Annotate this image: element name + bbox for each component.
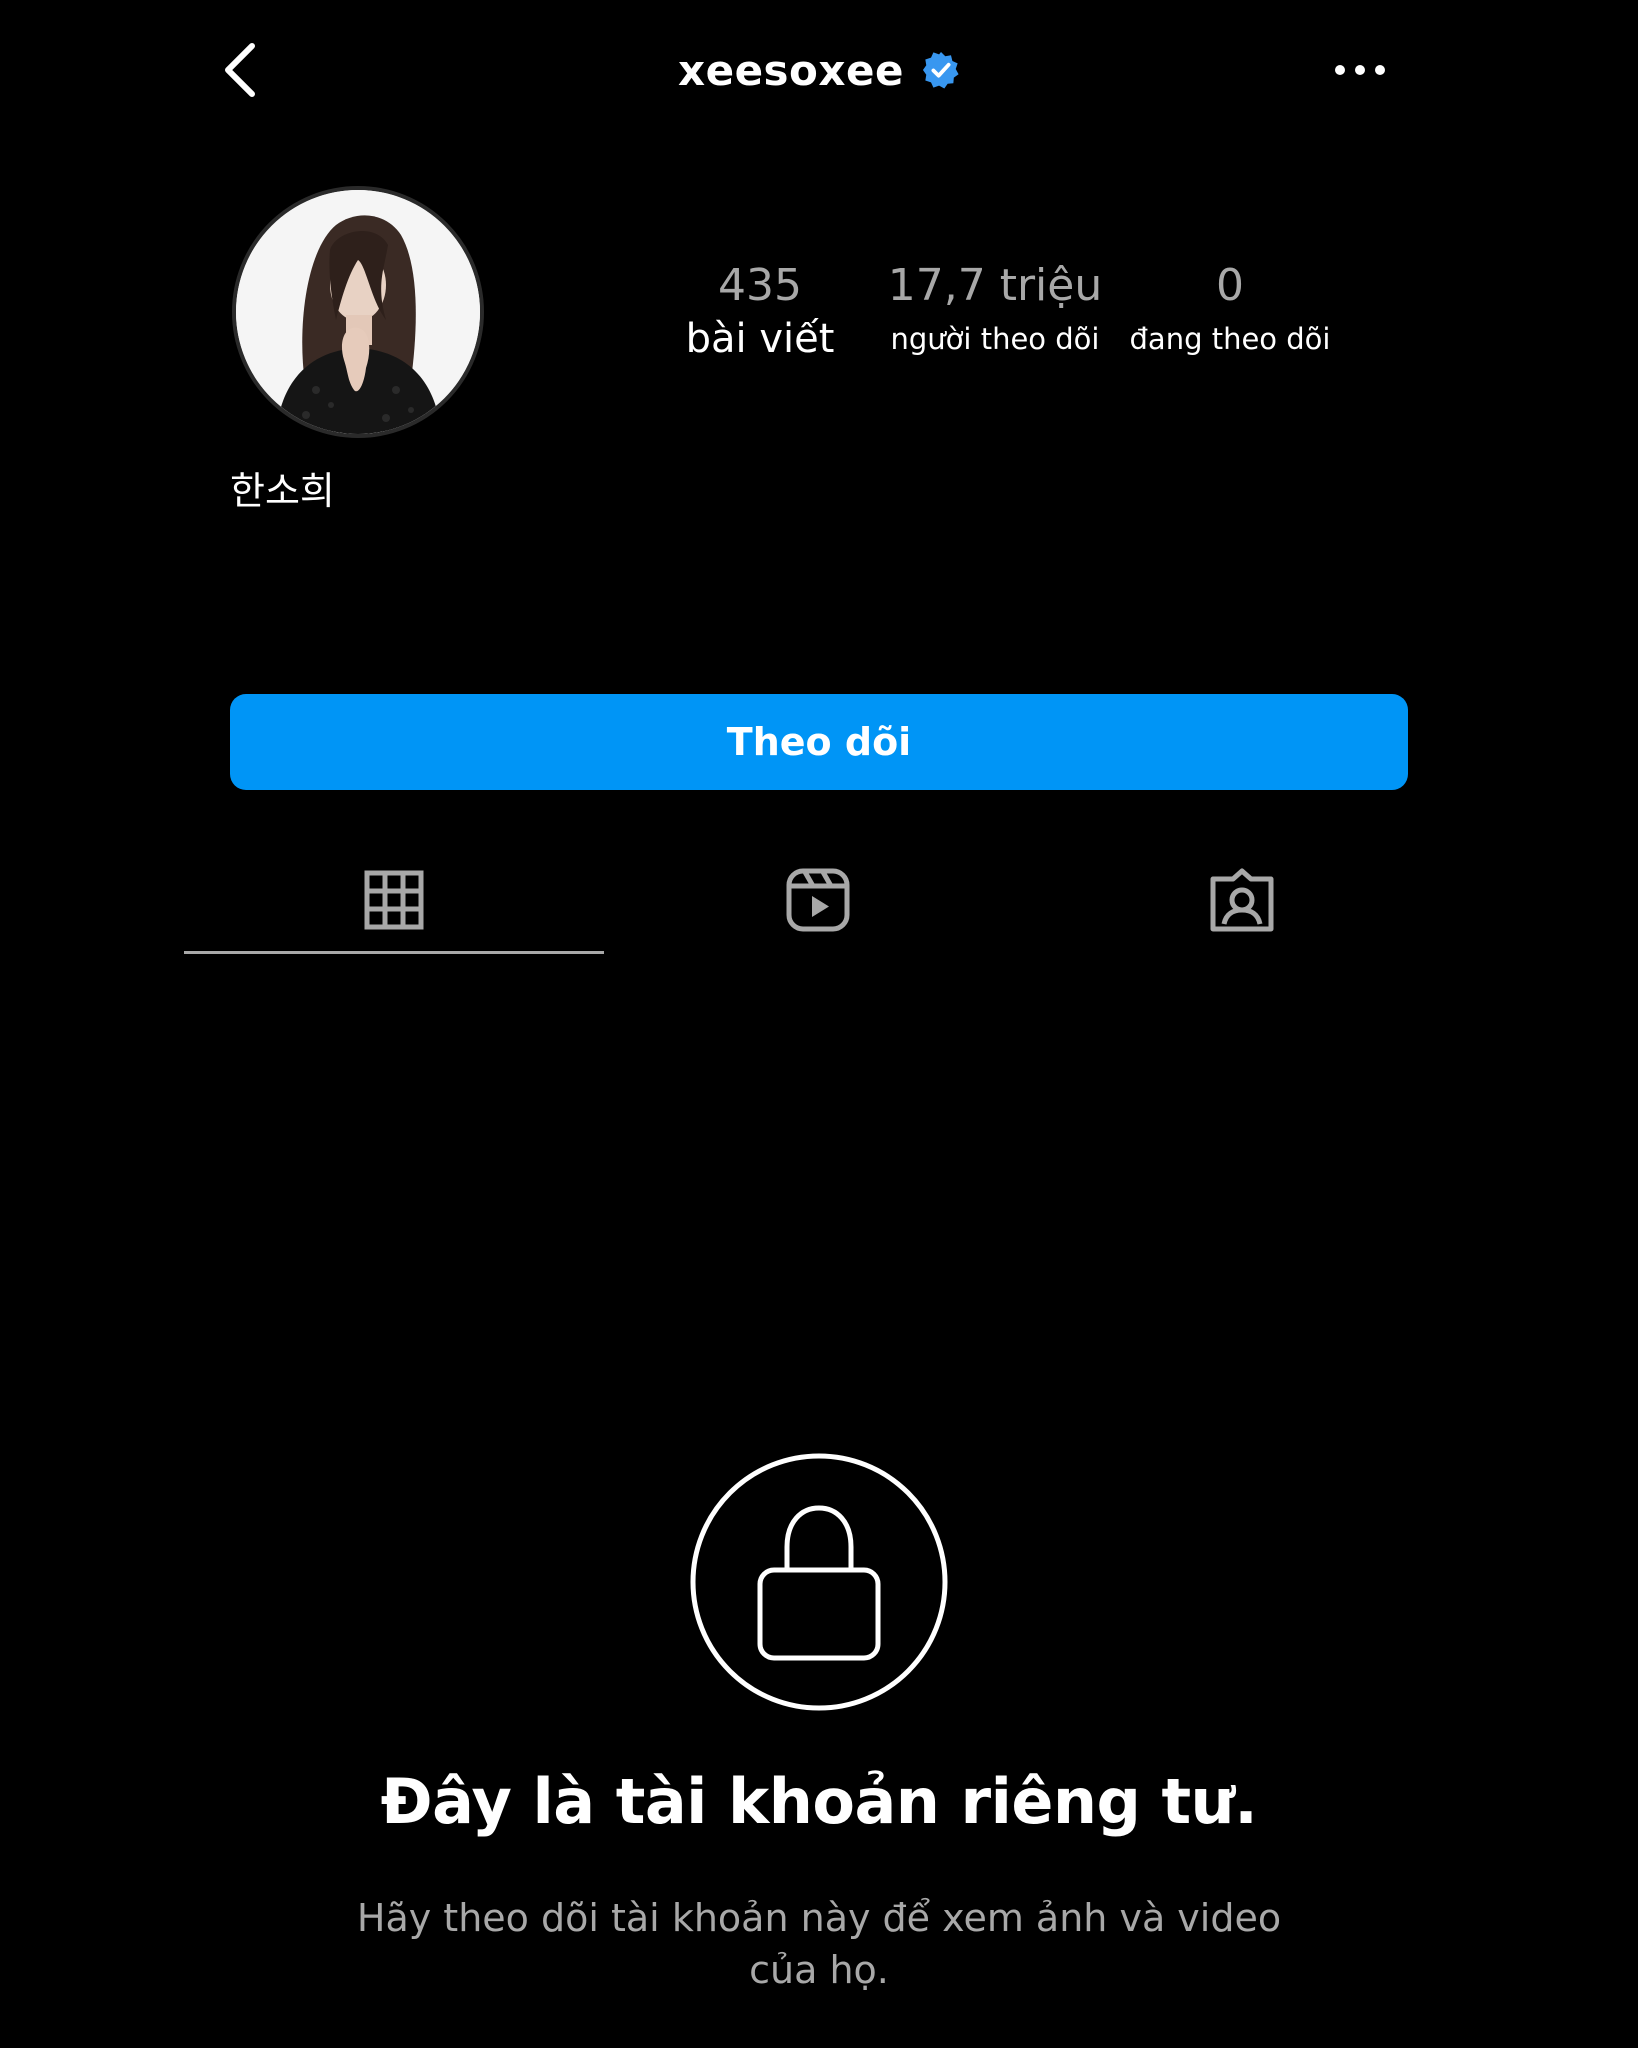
followers-count-value: 17,7 triệu <box>887 260 1103 311</box>
more-horizontal-icon <box>1335 65 1385 75</box>
following-count[interactable]: 0 đang theo dõi <box>1110 258 1350 364</box>
posts-count-value: 435 <box>718 260 802 311</box>
chevron-left-icon <box>225 43 255 97</box>
username: xeesoxee <box>678 45 904 95</box>
posts-count[interactable]: 435 bài viết <box>640 258 880 364</box>
display-name: 한소희 <box>230 469 335 513</box>
verified-badge-icon <box>922 51 960 89</box>
followers-count-label: người theo dõi <box>890 322 1100 356</box>
reels-icon <box>786 868 850 932</box>
grid-icon <box>364 870 424 930</box>
posts-count-label: bài viết <box>685 316 835 362</box>
profile-avatar[interactable] <box>232 186 484 438</box>
follow-button[interactable]: Theo dõi <box>230 694 1408 790</box>
following-count-label: đang theo dõi <box>1129 322 1331 356</box>
tab-reels[interactable] <box>608 850 1028 950</box>
private-account-subtitle: Hãy theo dõi tài khoản này để xem ảnh và… <box>356 1896 1282 1992</box>
avatar-photo <box>236 190 480 434</box>
tab-posts-grid[interactable] <box>184 850 604 950</box>
more-options-button[interactable] <box>1320 40 1400 100</box>
followers-count[interactable]: 17,7 triệu người theo dõi <box>870 258 1120 364</box>
follow-button-label: Theo dõi <box>726 720 912 764</box>
back-button[interactable] <box>210 30 270 110</box>
private-account-title: Đây là tài khoản riêng tư. <box>380 1765 1258 1838</box>
tab-tagged[interactable] <box>1032 850 1452 950</box>
following-count-value: 0 <box>1216 260 1244 311</box>
tagged-icon <box>1210 868 1274 932</box>
active-tab-indicator <box>184 951 604 954</box>
lock-icon <box>689 1452 949 1712</box>
